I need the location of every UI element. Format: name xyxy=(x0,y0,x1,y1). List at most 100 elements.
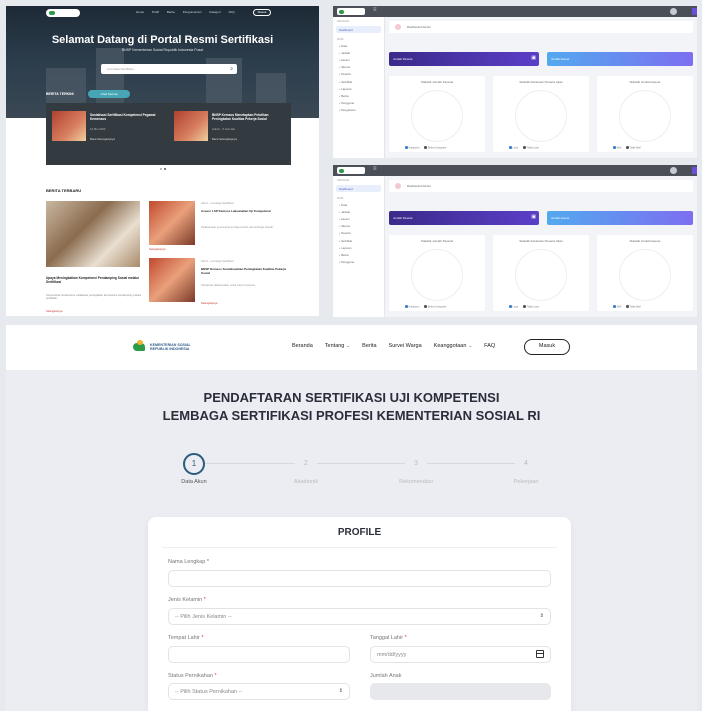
sidebar-item[interactable]: Jadwal xyxy=(333,208,384,215)
chart-card: Statistik Jumlah Peserta Kompeten Belum … xyxy=(389,76,485,152)
portal-menu-pengumuman[interactable]: Pengumuman xyxy=(183,10,202,14)
jenis-kelamin-label: Jenis Kelamin * xyxy=(168,597,206,603)
menu-faq[interactable]: FAQ xyxy=(484,343,495,349)
sidebar-item[interactable]: Sertifikat xyxy=(333,237,384,244)
dashboard-main: Dashboard Admin Jumlah Peserta ▣ Jumlah … xyxy=(389,180,693,313)
portal-search-input[interactable]: Cari Data Sertifikasi... ⌕ xyxy=(101,64,237,74)
search-icon[interactable]: ⌕ xyxy=(230,66,233,72)
sidebar-item[interactable]: Peserta xyxy=(333,71,384,78)
chart-card-title: Statistik Jumlah Peserta xyxy=(420,239,454,243)
legend-item: Kompeten xyxy=(408,146,420,150)
portal-band-pill[interactable]: Lihat Semua xyxy=(88,90,130,98)
menu-beranda[interactable]: Beranda xyxy=(292,343,313,349)
menu-berita[interactable]: Berita xyxy=(362,343,376,349)
tempat-lahir-input[interactable] xyxy=(168,646,350,663)
berita-item-meta: Admin · Lembaga Sertifikasi xyxy=(201,260,234,263)
hamburger-icon[interactable]: ≡ xyxy=(373,166,377,172)
berita-item-thumbnail[interactable] xyxy=(149,201,195,245)
dashboard-logo[interactable] xyxy=(337,167,365,174)
dashboard-logo[interactable] xyxy=(337,8,365,15)
news-card-link[interactable]: Baca Selengkapnya xyxy=(212,137,237,141)
stat-banner-peserta[interactable]: Jumlah Peserta ▣ xyxy=(389,52,539,66)
sidebar-item[interactable]: Sertifikat xyxy=(333,78,384,85)
sidebar-item[interactable]: Pengguna xyxy=(333,100,384,107)
portal-menu-berita[interactable]: Berita xyxy=(167,10,175,14)
sidebar-item[interactable]: Laporan xyxy=(333,85,384,92)
step-data-akun[interactable]: 1 Data Akun xyxy=(164,453,224,485)
sidebar-item-dashboard[interactable]: Dashboard xyxy=(336,26,381,33)
sidebar-item[interactable]: Asesor xyxy=(333,215,384,222)
portal-menu-kategori[interactable]: Kategori xyxy=(209,10,220,14)
sidebar-item-dashboard[interactable]: Dashboard xyxy=(336,185,381,192)
news-card[interactable]: BNSP Kemsos Menetapkan Pelatihan Peningk… xyxy=(174,111,286,157)
jumlah-anak-input[interactable] xyxy=(370,683,551,700)
status-pernikahan-label-text: Status Pernikahan xyxy=(168,673,213,679)
stepper-line xyxy=(204,463,528,464)
sidebar-item[interactable]: Laporan xyxy=(333,244,384,251)
news-card-meta: 12 Mei 2023 xyxy=(90,127,106,131)
stat-banner-asesor[interactable]: Jumlah Asesor xyxy=(547,52,693,66)
berita-item-link[interactable]: Selengkapnya xyxy=(201,302,217,305)
menu-survei[interactable]: Survei Warga xyxy=(389,343,422,349)
stat-banner-asesor[interactable]: Jumlah Asesor xyxy=(547,211,693,225)
berita-main-image[interactable] xyxy=(46,201,140,267)
berita-item-title[interactable]: BNSP Kemsos Sosialisasikan Peningkatan K… xyxy=(201,267,291,276)
nama-lengkap-label-text: Nama Lengkap xyxy=(168,559,206,565)
news-thumbnail xyxy=(174,111,208,141)
avatar[interactable] xyxy=(670,167,677,174)
step-akademik[interactable]: 2 Akademik xyxy=(276,453,336,485)
sidebar-item[interactable]: Berita xyxy=(333,251,384,258)
chart-card-title: Statistik Jumlah Peserta xyxy=(420,80,454,84)
portal-menu-faq[interactable]: FAQ xyxy=(229,10,235,14)
berita-item-link[interactable]: Selengkapnya xyxy=(149,248,165,251)
banner-label: Jumlah Asesor xyxy=(551,57,570,61)
berita-item-thumbnail[interactable] xyxy=(149,258,195,302)
select-arrows-icon: ⇕ xyxy=(539,613,544,619)
news-card[interactable]: Sosialisasi Sertifikasi Kompetensi Pegaw… xyxy=(52,111,164,157)
users-icon: ▣ xyxy=(531,55,536,61)
menu-tentang[interactable]: Tentang ⌄ xyxy=(325,343,350,349)
login-button[interactable]: Masuk xyxy=(524,339,570,355)
settings-tab[interactable] xyxy=(692,8,697,15)
news-card-link[interactable]: Baca Selengkapnya xyxy=(90,137,115,141)
sidebar-item[interactable]: Pengguna xyxy=(333,259,384,266)
sidebar-item[interactable]: Berita xyxy=(333,92,384,99)
sidebar-item[interactable]: Pengaturan xyxy=(333,107,384,114)
portal-menu-home[interactable]: Home xyxy=(136,10,144,14)
berita-main-title[interactable]: Upaya Meningkatkan Kompetensi Pendamping… xyxy=(46,276,142,284)
portal-logo[interactable] xyxy=(46,9,80,17)
logo-line2: REPUBLIK INDONESIA xyxy=(150,347,190,351)
status-pernikahan-select[interactable]: -- Pilih Status Pernikahan -- ⇕ xyxy=(168,683,350,700)
hamburger-icon[interactable]: ≡ xyxy=(373,7,377,13)
breadcrumb-text: Dashboard Admin xyxy=(407,184,431,188)
carousel-dots[interactable] xyxy=(160,168,166,170)
sidebar-item[interactable]: Skema xyxy=(333,64,384,71)
berita-item-title[interactable]: Asesor LSP Kemsos Laksanakan Uji Kompete… xyxy=(201,209,291,214)
nama-lengkap-input[interactable] xyxy=(168,570,551,587)
sidebar-item[interactable]: Data xyxy=(333,201,384,208)
sidebar-item[interactable]: Data xyxy=(333,42,384,49)
chart-card: Statistik Jumlah Asesor Aktif Tidak Akti… xyxy=(597,235,693,311)
sidebar-item[interactable]: Jadwal xyxy=(333,49,384,56)
tanggal-lahir-label-text: Tanggal Lahir xyxy=(370,635,404,641)
tanggal-lahir-input[interactable]: mm/dd/yyyy xyxy=(370,646,551,663)
jenis-kelamin-select[interactable]: -- Pilih Jenis Kelamin -- ⇕ xyxy=(168,608,551,625)
step-rekomendasi[interactable]: 3 Rekomendasi xyxy=(386,453,446,485)
calendar-icon[interactable] xyxy=(536,650,544,658)
menu-keanggotaan[interactable]: Keanggotaan ⌄ xyxy=(434,343,473,349)
sidebar-item[interactable]: Asesor xyxy=(333,56,384,63)
stat-banner-peserta[interactable]: Jumlah Peserta ▣ xyxy=(389,211,539,225)
avatar[interactable] xyxy=(670,8,677,15)
settings-tab[interactable] xyxy=(692,167,697,174)
sidebar-item[interactable]: Peserta xyxy=(333,230,384,237)
step-label: Rekomendasi xyxy=(399,479,433,485)
sidebar-item[interactable]: Skema xyxy=(333,223,384,230)
kemensos-logo[interactable]: KEMENTERIAN SOSIAL REPUBLIK INDONESIA xyxy=(132,340,191,354)
portal-login-button[interactable]: Masuk xyxy=(253,9,271,16)
chart-card-title: Statistik Jumlah Asesor xyxy=(629,80,661,84)
berita-main-link[interactable]: Selengkapnya xyxy=(46,310,62,313)
pie-placeholder xyxy=(411,90,463,142)
portal-menu-profil[interactable]: Profil xyxy=(152,10,159,14)
berita-item-desc: Pelaksanaan uji kompetensi bagi peserta … xyxy=(201,226,274,229)
step-pekerjaan[interactable]: 4 Pekerjaan xyxy=(496,453,556,485)
